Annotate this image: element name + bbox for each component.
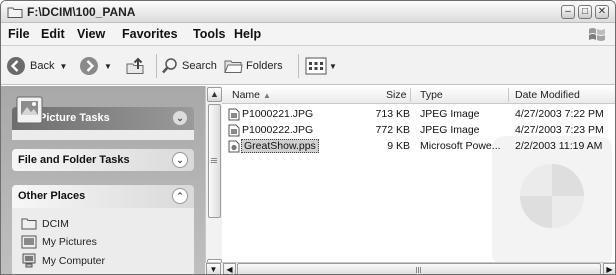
place-link-my-pictures[interactable]: My Pictures: [21, 235, 97, 249]
search-icon: [162, 58, 177, 74]
powerpoint-file-icon: [228, 140, 240, 153]
scroll-left-icon[interactable]: ◀: [223, 263, 236, 274]
forward-dropdown-icon[interactable]: ▼: [104, 62, 112, 71]
file-type: JPEG Image: [420, 124, 480, 136]
views-button[interactable]: ▼: [305, 55, 337, 77]
task-pane: Picture Tasks ⌄ File and Folder Tasks ⌄ …: [1, 86, 205, 274]
scroll-grip-icon: [211, 158, 217, 159]
menu-bar: File Edit View Favorites Tools Help: [1, 23, 615, 46]
other-places-header[interactable]: Other Places ⌃: [12, 185, 194, 208]
menu-file[interactable]: File: [8, 27, 30, 41]
chevron-up-icon[interactable]: ⌃: [172, 188, 188, 204]
forward-arrow-icon: [80, 57, 98, 75]
column-divider[interactable]: [508, 88, 509, 102]
forward-button[interactable]: ▼: [79, 55, 112, 77]
folders-button[interactable]: Folders: [223, 55, 283, 77]
column-date-header[interactable]: Date Modified: [515, 89, 580, 101]
file-date: 4/27/2003 7:22 PM: [515, 108, 604, 120]
place-link-my-computer[interactable]: My Computer: [21, 253, 105, 268]
back-label: Back: [30, 60, 55, 72]
file-date: 4/27/2003 7:23 PM: [515, 124, 604, 136]
toolbar-separator: [298, 54, 299, 78]
scroll-down-icon[interactable]: ▼: [206, 263, 221, 274]
chevron-down-icon[interactable]: ⌄: [172, 152, 188, 168]
scroll-corner: ▼: [205, 262, 222, 274]
search-button[interactable]: Search: [161, 55, 217, 77]
up-folder-icon: [126, 57, 144, 74]
search-label: Search: [182, 60, 217, 72]
vertical-scrollbar[interactable]: ▲ ▼: [205, 86, 222, 274]
file-row-selected[interactable]: GreatShow.pps 9 KB Microsoft Powe... 2/2…: [222, 139, 615, 154]
place-label: DCIM: [42, 217, 69, 230]
chevron-down-icon[interactable]: ⌄: [172, 110, 188, 126]
sort-ascending-icon: ▲: [262, 91, 271, 100]
file-list: Name ▲ Size Type Date Modified P1000221.…: [222, 86, 615, 262]
place-label: My Pictures: [42, 236, 97, 248]
back-button[interactable]: Back ▼: [6, 55, 67, 77]
menu-help[interactable]: Help: [234, 27, 261, 41]
column-divider[interactable]: [410, 88, 411, 102]
window-title: F:\DCIM\100_PANA: [27, 5, 136, 19]
column-type-header[interactable]: Type: [420, 89, 443, 101]
my-pictures-icon: [21, 235, 37, 249]
title-bar[interactable]: F:\DCIM\100_PANA – □ ✕: [1, 1, 615, 23]
file-folder-tasks-title: File and Folder Tasks: [18, 154, 130, 166]
file-folder-tasks-header[interactable]: File and Folder Tasks ⌄: [12, 149, 194, 171]
image-file-icon: [228, 108, 240, 121]
column-header-row: Name ▲ Size Type Date Modified: [222, 86, 615, 104]
file-name: P1000221.JPG: [242, 108, 314, 120]
explorer-window: F:\DCIM\100_PANA – □ ✕ File Edit View Fa…: [0, 0, 616, 275]
scroll-up-icon[interactable]: ▲: [207, 87, 222, 102]
scroll-thumb[interactable]: [208, 104, 221, 218]
file-date: 2/2/2003 11:19 AM: [515, 140, 603, 152]
other-places-title: Other Places: [18, 190, 86, 202]
folder-icon: [21, 218, 37, 230]
place-label: My Computer: [42, 254, 106, 267]
file-size: 713 KB: [375, 108, 410, 120]
file-size: 772 KB: [375, 124, 410, 136]
back-dropdown-icon[interactable]: ▼: [59, 62, 67, 71]
back-arrow-icon: [7, 57, 25, 75]
menu-edit[interactable]: Edit: [41, 27, 65, 41]
menu-view[interactable]: View: [77, 27, 105, 41]
file-row[interactable]: P1000222.JPG 772 KB JPEG Image 4/27/2003…: [222, 123, 615, 138]
my-computer-icon: [22, 253, 36, 268]
folders-label: Folders: [246, 60, 283, 72]
minimize-button[interactable]: –: [561, 5, 575, 19]
windows-logo-icon: [589, 28, 605, 41]
folders-icon: [224, 60, 243, 73]
other-places-body: DCIM My Pictures My Computer: [12, 208, 194, 274]
file-name: P1000222.JPG: [242, 124, 314, 136]
scroll-right-icon[interactable]: ▶: [603, 263, 615, 274]
scroll-grip-icon: [416, 267, 417, 273]
views-dropdown-icon[interactable]: ▼: [329, 62, 337, 71]
file-size: 9 KB: [387, 140, 410, 152]
file-name: GreatShow.pps: [241, 139, 319, 153]
image-file-icon: [228, 124, 240, 137]
column-size-header[interactable]: Size: [386, 89, 406, 101]
horizontal-scrollbar[interactable]: ◀ ▶: [222, 262, 615, 274]
menu-tools[interactable]: Tools: [193, 27, 225, 41]
column-name-header[interactable]: Name ▲: [232, 89, 271, 101]
file-type: Microsoft Powe...: [420, 140, 501, 152]
folder-icon: [7, 7, 23, 18]
picture-tasks-title: Picture Tasks: [39, 112, 110, 124]
file-type: JPEG Image: [420, 108, 480, 120]
place-link-dcim[interactable]: DCIM: [21, 217, 69, 230]
close-button[interactable]: ✕: [595, 5, 609, 19]
file-row[interactable]: P1000221.JPG 713 KB JPEG Image 4/27/2003…: [222, 107, 615, 122]
up-folder-button[interactable]: [125, 55, 147, 77]
picture-tasks-icon: [16, 96, 43, 124]
picture-tasks-body: [12, 130, 194, 140]
menu-favorites[interactable]: Favorites: [122, 27, 178, 41]
toolbar: Back ▼ ▼ Search Folders ▼: [1, 46, 615, 85]
horizontal-scroll-thumb[interactable]: [237, 263, 601, 274]
views-icon: [305, 57, 327, 75]
toolbar-separator: [156, 54, 157, 78]
maximize-button[interactable]: □: [578, 5, 592, 19]
